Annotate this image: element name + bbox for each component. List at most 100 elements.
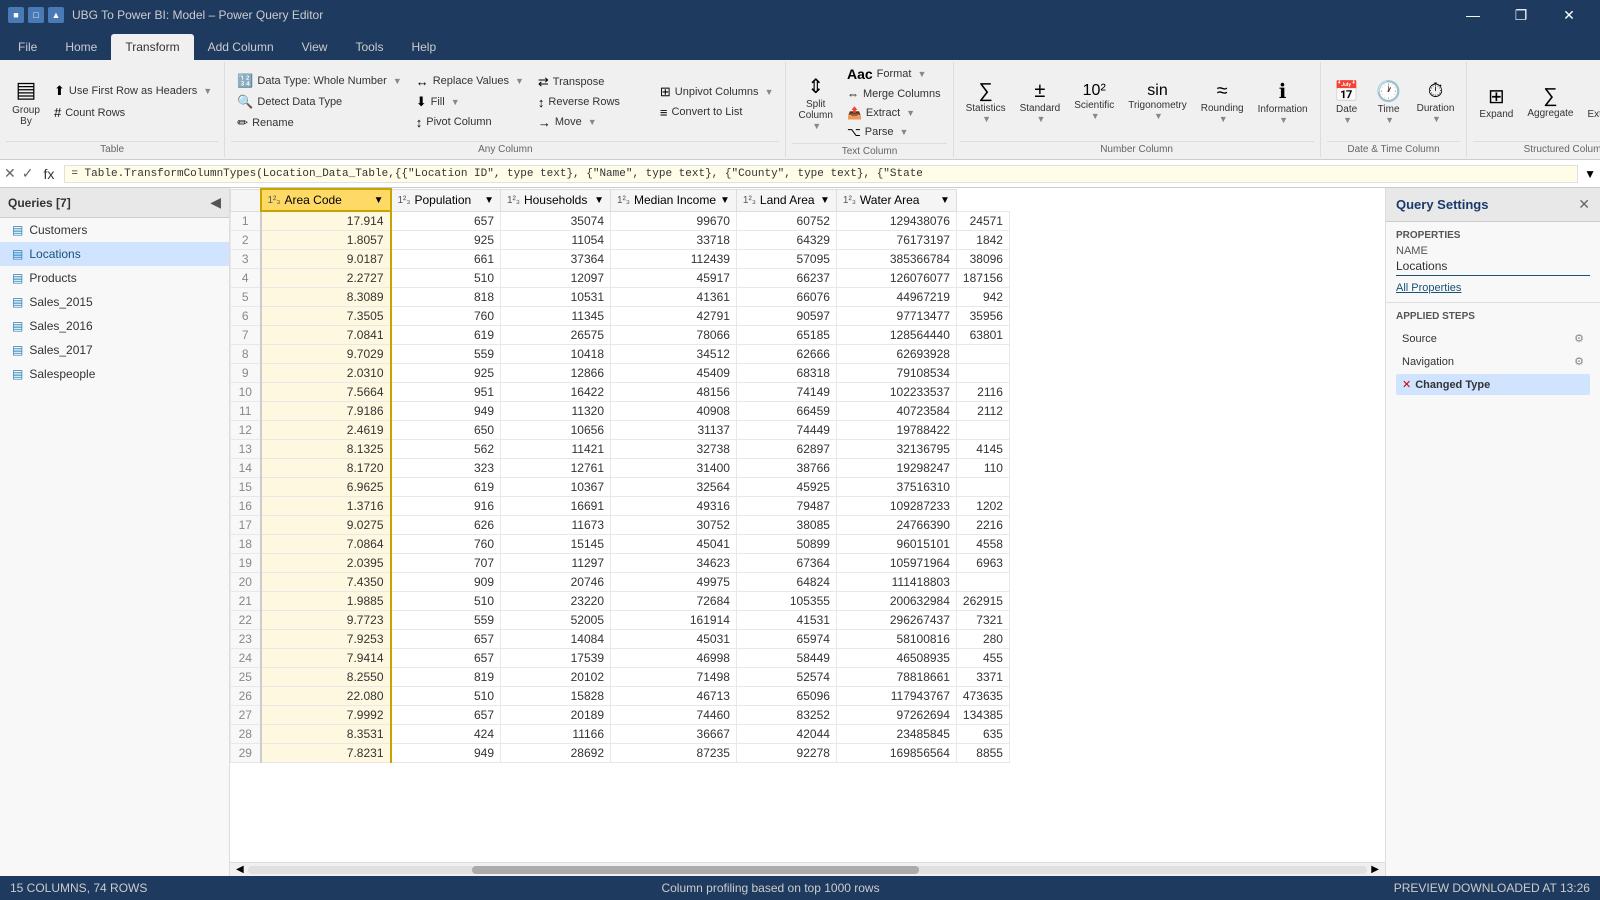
scroll-thumb[interactable] xyxy=(472,866,920,874)
land-area-header[interactable]: 1²₃ Land Area ▼ xyxy=(736,189,836,211)
transpose-button[interactable]: ⇄ Transpose xyxy=(532,72,652,92)
statistics-button[interactable]: ∑ Statistics ▼ xyxy=(960,76,1012,128)
land-area-2-cell: 79108534 xyxy=(836,364,956,383)
table-row: 179.0275626116733075238085247663902216 xyxy=(231,516,1010,535)
date-button[interactable]: 📅 Date ▼ xyxy=(1327,75,1367,129)
detect-data-type-button[interactable]: 🔍 Detect Data Type xyxy=(231,92,408,112)
tab-transform[interactable]: Transform xyxy=(111,34,193,60)
land-area-cell: 60752 xyxy=(736,211,836,231)
households-header[interactable]: 1²₃ Households ▼ xyxy=(501,189,611,211)
scroll-right-button[interactable]: ▶ xyxy=(1367,864,1383,875)
unpivot-button[interactable]: ⊞ Unpivot Columns ▼ xyxy=(654,82,780,102)
sales2016-icon: ▤ xyxy=(12,319,23,333)
median-income-header[interactable]: 1²₃ Median Income ▼ xyxy=(611,189,737,211)
step-source[interactable]: Source ⚙ xyxy=(1396,328,1590,349)
maximize-button[interactable]: ❐ xyxy=(1498,0,1544,30)
expand-button[interactable]: ⊞ Expand xyxy=(1473,80,1519,124)
data-table-container[interactable]: 1²₃ Area Code ▼ 1²₃ Population ▼ xyxy=(230,188,1385,862)
customers-icon: ▤ xyxy=(12,223,23,237)
extract-values-button[interactable]: ↗ Extract Values xyxy=(1582,80,1600,124)
scroll-track[interactable] xyxy=(248,866,1368,874)
land-area-2-cell: 40723584 xyxy=(836,402,956,421)
table-row: 107.56649511642248156741491022335372116 xyxy=(231,383,1010,402)
tab-home[interactable]: Home xyxy=(51,34,111,60)
sidebar-item-sales2015[interactable]: ▤ Sales_2015 xyxy=(0,290,229,314)
group-by-button[interactable]: ▤ GroupBy xyxy=(6,73,46,131)
land-area-2-cell: 46508935 xyxy=(836,649,956,668)
step-navigation-settings-icon[interactable]: ⚙ xyxy=(1574,355,1584,368)
sidebar-item-products[interactable]: ▤ Products xyxy=(0,266,229,290)
sidebar-item-sales2017[interactable]: ▤ Sales_2017 xyxy=(0,338,229,362)
duration-button[interactable]: ⏱ Duration ▼ xyxy=(1411,76,1461,128)
area-code-type-icon: 1²₃ xyxy=(268,195,281,206)
sales2016-label: Sales_2016 xyxy=(29,319,92,333)
households-cell: 11345 xyxy=(501,307,611,326)
rename-button[interactable]: ✏ Rename xyxy=(231,113,408,133)
water-area-filter-icon[interactable]: ▼ xyxy=(940,195,950,206)
water-area-header[interactable]: 1²₃ Water Area ▼ xyxy=(836,189,956,211)
merge-columns-button[interactable]: ⇔ Merge Columns xyxy=(841,85,947,103)
all-properties-link[interactable]: All Properties xyxy=(1396,282,1590,294)
tab-tools[interactable]: Tools xyxy=(341,34,397,60)
move-button[interactable]: → Move ▼ xyxy=(532,113,652,132)
statistics-icon: ∑ xyxy=(978,80,992,103)
aggregate-button[interactable]: ∑ Aggregate xyxy=(1521,81,1579,123)
minimize-button[interactable]: — xyxy=(1450,0,1496,30)
convert-list-button[interactable]: ≡ Convert to List xyxy=(654,103,780,122)
parse-button[interactable]: ⌥ Parse ▼ xyxy=(841,123,947,141)
query-settings-close-button[interactable]: ✕ xyxy=(1578,196,1590,213)
land-area-2-cell: 78818661 xyxy=(836,668,956,687)
tab-file[interactable]: File xyxy=(4,34,51,60)
sidebar-item-locations[interactable]: ▤ Locations xyxy=(0,242,229,266)
fill-button[interactable]: ⬇ Fill ▼ xyxy=(410,92,530,112)
time-button[interactable]: 🕐 Time ▼ xyxy=(1369,75,1409,129)
scroll-left-button[interactable]: ◀ xyxy=(232,864,248,875)
households-cell: 52005 xyxy=(501,611,611,630)
use-first-row-button[interactable]: ⬆ Use First Row as Headers ▼ xyxy=(48,81,218,101)
horizontal-scrollbar[interactable]: ◀ ▶ xyxy=(230,862,1385,876)
tab-help[interactable]: Help xyxy=(397,34,450,60)
close-button[interactable]: ✕ xyxy=(1546,0,1592,30)
land-area-cell: 74149 xyxy=(736,383,836,402)
formula-input[interactable]: = Table.TransformColumnTypes(Location_Da… xyxy=(64,165,1578,183)
sidebar-item-customers[interactable]: ▤ Customers xyxy=(0,218,229,242)
area-code-filter-icon[interactable]: ▼ xyxy=(374,195,384,206)
sidebar-collapse-button[interactable]: ◀ xyxy=(210,194,221,211)
confirm-formula-icon[interactable]: ✓ xyxy=(22,165,34,182)
information-button[interactable]: ℹ Information ▼ xyxy=(1252,75,1314,129)
step-changed-type[interactable]: ✕ Changed Type xyxy=(1396,374,1590,395)
count-rows-button[interactable]: # Count Rows xyxy=(48,103,218,122)
data-type-button[interactable]: 🔢 Data Type: Whole Number ▼ xyxy=(231,71,408,91)
area-code-header[interactable]: 1²₃ Area Code ▼ xyxy=(261,189,391,211)
extract-button[interactable]: 📤 Extract ▼ xyxy=(841,104,947,122)
step-source-settings-icon[interactable]: ⚙ xyxy=(1574,332,1584,345)
step-changed-type-delete-icon[interactable]: ✕ xyxy=(1402,378,1411,391)
status-columns-rows: 15 COLUMNS, 74 ROWS xyxy=(10,881,147,895)
land-area-filter-icon[interactable]: ▼ xyxy=(820,195,830,206)
reverse-rows-button[interactable]: ↕ Reverse Rows xyxy=(532,93,652,112)
median-income-cell: 41361 xyxy=(611,288,737,307)
median-income-filter-icon[interactable]: ▼ xyxy=(720,195,730,206)
split-column-button[interactable]: ⇕ SplitColumn ▼ xyxy=(792,70,838,135)
sidebar-item-sales2016[interactable]: ▤ Sales_2016 xyxy=(0,314,229,338)
tab-view[interactable]: View xyxy=(288,34,342,60)
step-navigation[interactable]: Navigation ⚙ xyxy=(1396,351,1590,372)
replace-values-button[interactable]: ↔ Replace Values ▼ xyxy=(410,72,530,91)
scientific-button[interactable]: 10² Scientific ▼ xyxy=(1068,78,1120,125)
query-name-value[interactable]: Locations xyxy=(1396,259,1590,276)
pivot-column-button[interactable]: ↕ Pivot Column xyxy=(410,113,530,132)
tab-add-column[interactable]: Add Column xyxy=(194,34,288,60)
cancel-formula-icon[interactable]: ✕ xyxy=(4,165,16,182)
formula-expand-icon[interactable]: ▼ xyxy=(1584,167,1596,181)
households-filter-icon[interactable]: ▼ xyxy=(594,195,604,206)
trigonometry-button[interactable]: sin Trigonometry ▼ xyxy=(1122,78,1193,125)
population-cell: 510 xyxy=(391,269,501,288)
population-filter-icon[interactable]: ▼ xyxy=(484,195,494,206)
rounding-button[interactable]: ≈ Rounding ▼ xyxy=(1195,76,1250,128)
population-header[interactable]: 1²₃ Population ▼ xyxy=(391,189,501,211)
format-button[interactable]: Aac Format ▼ xyxy=(841,64,947,84)
standard-button[interactable]: ± Standard ▼ xyxy=(1014,76,1067,128)
median-income-cell: 36667 xyxy=(611,725,737,744)
sidebar-item-salespeople[interactable]: ▤ Salespeople xyxy=(0,362,229,386)
households-cell: 15828 xyxy=(501,687,611,706)
